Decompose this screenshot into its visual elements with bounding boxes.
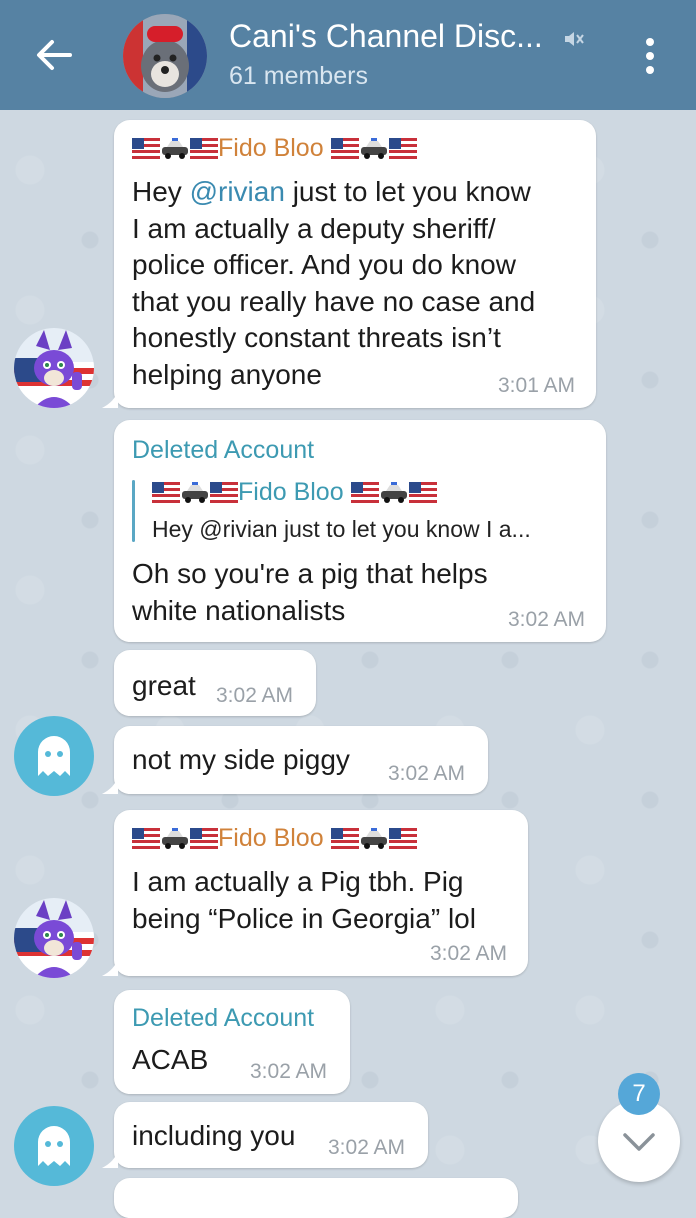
message-text: great (132, 670, 196, 701)
text-segment: Hey (132, 176, 190, 207)
ghost-icon (38, 736, 70, 776)
bubble-tail (102, 776, 118, 794)
message-bubble[interactable]: Deleted Account ACAB 3:02 AM (114, 990, 350, 1094)
us-flag-icon (388, 828, 417, 857)
us-flag-icon (132, 138, 160, 167)
police-car-icon (359, 828, 389, 857)
message-time: 3:02 AM (388, 762, 466, 785)
group-avatar[interactable] (123, 14, 207, 98)
fox-avatar[interactable] (14, 328, 94, 408)
police-car-icon (359, 138, 389, 167)
bubble-tail (102, 390, 118, 408)
us-flag-icon (152, 482, 180, 511)
sender-name[interactable]: Fido Bloo (132, 134, 417, 167)
ghost-avatar[interactable] (14, 1106, 94, 1186)
ghost-icon (38, 1126, 70, 1166)
chat-title[interactable]: Cani's Channel Disc... (229, 18, 543, 55)
message-bubble[interactable]: Fido Bloo Hey @rivian just to let you kn… (102, 120, 596, 408)
us-flag-icon (190, 828, 218, 857)
reply-sender-text: Fido Bloo (238, 478, 344, 506)
message-bubble[interactable]: including you 3:02 AM (102, 1102, 428, 1168)
us-flag-icon (132, 828, 160, 857)
message-text: including you (132, 1120, 296, 1151)
police-car-icon (160, 138, 190, 167)
ghost-avatar[interactable] (14, 716, 94, 796)
message-time: 3:01 AM (498, 374, 576, 397)
sender-name-text: Fido Bloo (218, 134, 324, 162)
chat-header: Cani's Channel Disc... 61 members (0, 0, 696, 110)
unread-count-badge: 7 (618, 1073, 660, 1115)
message-bubble[interactable]: Deleted Account Fido Bloo Hey @rivian ju… (114, 420, 606, 642)
us-flag-icon (408, 482, 437, 511)
us-flag-icon (330, 828, 359, 857)
us-flag-icon (388, 138, 417, 167)
text-segment: just to let you know I am actually a dep… (132, 176, 536, 390)
reply-bar (132, 480, 135, 542)
more-vertical-icon[interactable] (634, 36, 666, 76)
muted-speaker-icon (565, 32, 584, 46)
fox-avatar[interactable] (14, 898, 94, 978)
sender-name[interactable]: Deleted Account (132, 1004, 314, 1033)
message-bubble[interactable]: not my side piggy 3:02 AM (102, 726, 488, 794)
arrow-left-icon[interactable] (30, 28, 78, 82)
us-flag-icon (190, 138, 218, 167)
message-time: 3:02 AM (328, 1136, 406, 1159)
message-bubble[interactable]: great 3:02 AM (114, 650, 316, 716)
message-text: Oh so you're a pig that helps white nati… (132, 558, 488, 626)
sender-name[interactable]: Fido Bloo (132, 824, 417, 857)
message-time: 3:02 AM (250, 1060, 328, 1083)
sender-name-text: Fido Bloo (218, 824, 324, 852)
us-flag-icon (330, 138, 359, 167)
message-text: ACAB (132, 1044, 209, 1075)
message-text: I am actually a Pig tbh. Pig being “Poli… (132, 866, 476, 934)
us-flag-icon (210, 482, 238, 511)
mention-link[interactable]: @rivian (190, 176, 285, 207)
us-flag-icon (350, 482, 379, 511)
reply-sender[interactable]: Fido Bloo (152, 478, 437, 511)
reply-preview-text[interactable]: Hey @rivian just to let you know I a... (152, 516, 531, 543)
bubble-tail (102, 958, 118, 976)
message-time: 3:02 AM (508, 608, 586, 631)
message-bubble[interactable]: Fido Bloo I am actually a Pig tbh. Pig b… (102, 810, 528, 976)
police-car-icon (180, 482, 210, 511)
message-time: 3:02 AM (216, 684, 294, 707)
message-bubble-partial[interactable] (114, 1178, 518, 1218)
message-text: Hey @rivian just to let you know I am ac… (132, 174, 592, 393)
police-car-icon (160, 828, 190, 857)
member-count: 61 members (229, 62, 368, 90)
police-car-icon (379, 482, 409, 511)
message-time: 3:02 AM (430, 942, 508, 965)
sender-name[interactable]: Deleted Account (132, 436, 314, 465)
message-text: not my side piggy (132, 744, 350, 775)
bubble-tail (102, 1150, 118, 1168)
